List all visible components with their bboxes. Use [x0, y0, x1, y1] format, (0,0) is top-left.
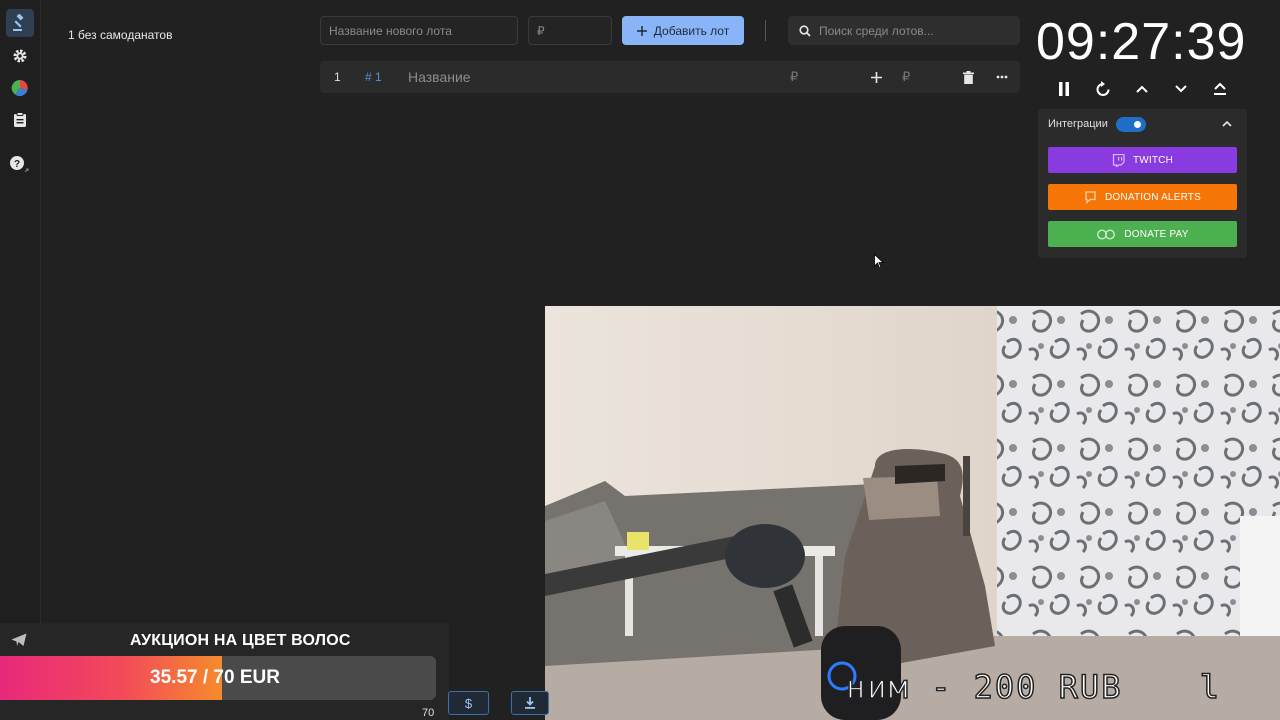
integrations-title: Интеграции [1048, 118, 1108, 130]
donate-pay-icon [1097, 228, 1116, 240]
twitch-button[interactable]: TWITCH [1048, 147, 1237, 173]
chevron-up-icon [1136, 85, 1148, 93]
lot-position: 1 [334, 70, 341, 84]
webcam-overlay: ним - 200 RUB l [545, 306, 1280, 720]
lot-row: 1 # 1 Название ₽ ₽ [320, 61, 1020, 93]
lot-add-amount-input[interactable]: ₽ [902, 61, 910, 93]
time-down-button[interactable] [1171, 79, 1191, 99]
auction-timer: 09:27:39 [1036, 13, 1247, 71]
donation-overlay-cut: l [1199, 667, 1221, 707]
trash-icon [963, 70, 974, 84]
time-up-button[interactable] [1132, 79, 1152, 99]
bottom-counter: 70 [422, 707, 435, 719]
self-donation-count: 1 без самоданатов [68, 28, 173, 42]
pause-button[interactable] [1054, 79, 1074, 99]
auction-app: ? 1 без самоданатов Добавить лот 1 # 1 Н… [0, 0, 1280, 720]
sidebar-item-settings[interactable] [6, 42, 34, 70]
telegram-button[interactable] [11, 633, 27, 652]
lot-amount[interactable]: ₽ [790, 61, 798, 93]
gear-icon [13, 49, 27, 63]
twitch-label: TWITCH [1132, 154, 1174, 166]
integrations-toggle[interactable] [1116, 117, 1146, 132]
add-lot-label: Добавить лот [653, 23, 730, 38]
donate-pay-button[interactable]: DONATE PAY [1048, 221, 1237, 247]
lot-name[interactable]: Название [408, 61, 471, 93]
reset-icon [1096, 81, 1110, 96]
search-icon [799, 24, 811, 37]
search-input[interactable] [819, 23, 1009, 38]
lot-more-button[interactable] [996, 61, 1008, 93]
webcam-image [545, 306, 1280, 720]
chevron-down-icon [1175, 85, 1187, 93]
lot-amount-input[interactable] [528, 16, 612, 45]
double-chevron-up-icon [1214, 82, 1226, 95]
chevron-up-icon [1222, 120, 1232, 127]
download-icon [525, 697, 535, 709]
more-icon [996, 75, 1008, 79]
donation-alerts-label: DONATION ALERTS [1105, 191, 1201, 203]
integrations-collapse-button[interactable] [1222, 117, 1232, 136]
sidebar-item-history[interactable] [6, 106, 34, 134]
donation-overlay-text: ним - 200 RUB l [845, 667, 1221, 707]
lot-search[interactable] [788, 16, 1020, 45]
lot-name-input[interactable] [320, 16, 518, 45]
svg-text:?: ? [14, 159, 20, 170]
donate-pay-label: DONATE PAY [1124, 228, 1189, 240]
goal-title: АУКЦИОН НА ЦВЕТ ВОЛОС [130, 632, 351, 649]
donation-alerts-button[interactable]: DONATION ALERTS [1048, 184, 1237, 210]
pause-icon [1059, 82, 1069, 96]
lot-add-amount-button[interactable] [871, 61, 882, 93]
currency-button[interactable]: $ [448, 691, 489, 715]
goal-progress-text: 35.57 / 70 EUR [150, 667, 280, 688]
sidebar-item-help[interactable]: ? [6, 152, 34, 180]
integrations-panel: Интеграции TWITCH DONATION ALERTS DONATE… [1038, 109, 1247, 258]
lot-id[interactable]: # 1 [365, 61, 382, 93]
sidebar-item-auction[interactable] [6, 9, 34, 37]
goal-progress-bar: 35.57 / 70 EUR [0, 656, 436, 700]
wheel-icon [11, 79, 28, 97]
add-lot-button[interactable]: Добавить лот [622, 16, 744, 45]
gavel-icon [13, 14, 24, 31]
help-icon: ? [10, 156, 29, 173]
mouse-cursor-icon [874, 254, 884, 269]
donation-alerts-icon [1085, 190, 1096, 204]
time-double-up-button[interactable] [1210, 79, 1230, 99]
left-sidebar: ? [0, 0, 41, 720]
donation-overlay-message: ним - 200 RUB [845, 667, 1123, 707]
lot-delete-button[interactable] [963, 61, 974, 93]
plus-icon [636, 25, 647, 36]
reset-button[interactable] [1093, 79, 1113, 99]
sidebar-item-wheel[interactable] [6, 74, 34, 102]
clipboard-icon [14, 112, 26, 127]
download-button[interactable] [511, 691, 549, 715]
send-icon [11, 633, 27, 646]
toolbar-divider [765, 20, 766, 41]
plus-icon [871, 71, 882, 83]
twitch-icon [1112, 153, 1125, 167]
